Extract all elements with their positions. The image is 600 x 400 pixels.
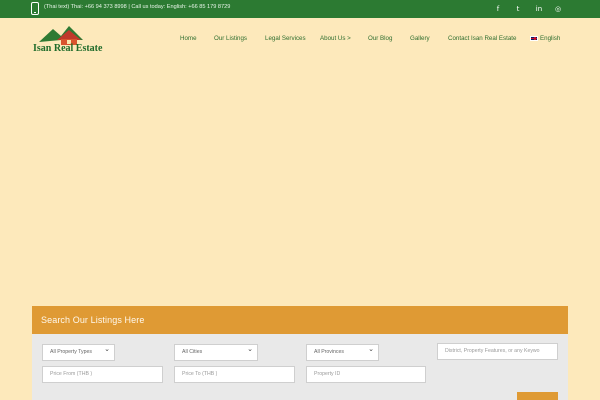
- language-switcher[interactable]: English: [530, 35, 560, 42]
- nav-our-blog[interactable]: Our Blog: [368, 35, 392, 42]
- nav-contact[interactable]: Contact Isan Real Estate: [448, 35, 516, 42]
- linkedin-icon[interactable]: in: [533, 3, 545, 15]
- twitter-icon[interactable]: t: [512, 3, 524, 15]
- search-panel-header: Search Our Listings Here: [32, 306, 568, 334]
- price-from-input[interactable]: Price From (THB ): [42, 366, 163, 383]
- property-id-input[interactable]: Property ID: [306, 366, 426, 383]
- city-select[interactable]: All Cities: [174, 344, 258, 361]
- top-bar: (Thai text) Thai: +66 94 373 8998 | Call…: [0, 0, 600, 18]
- keyword-search-input[interactable]: District, Property Features, or any Keyw…: [437, 343, 558, 360]
- contact-phone-text: (Thai text) Thai: +66 94 373 8998 | Call…: [44, 4, 231, 10]
- search-button[interactable]: [517, 392, 558, 400]
- province-select[interactable]: All Provinces: [306, 344, 379, 361]
- nav-legal-services[interactable]: Legal Services: [265, 35, 306, 42]
- instagram-icon[interactable]: ◎: [552, 3, 564, 15]
- price-to-input[interactable]: Price To (THB ): [174, 366, 295, 383]
- facebook-icon[interactable]: f: [492, 3, 504, 15]
- search-panel-title: Search Our Listings Here: [41, 315, 145, 325]
- main-nav: Home Our Listings Legal Services About U…: [0, 35, 600, 47]
- language-label: English: [540, 35, 561, 42]
- mobile-phone-icon: [31, 2, 39, 15]
- nav-our-listings[interactable]: Our Listings: [214, 35, 247, 42]
- uk-flag-icon: [530, 36, 538, 41]
- nav-about-us[interactable]: About Us >: [320, 35, 351, 42]
- site-header: Isan Real Estate Home Our Listings Legal…: [0, 18, 600, 64]
- nav-gallery[interactable]: Gallery: [410, 35, 430, 42]
- search-form: All Property Types All Cities All Provin…: [32, 334, 568, 400]
- nav-home[interactable]: Home: [180, 35, 197, 42]
- property-type-select[interactable]: All Property Types: [42, 344, 115, 361]
